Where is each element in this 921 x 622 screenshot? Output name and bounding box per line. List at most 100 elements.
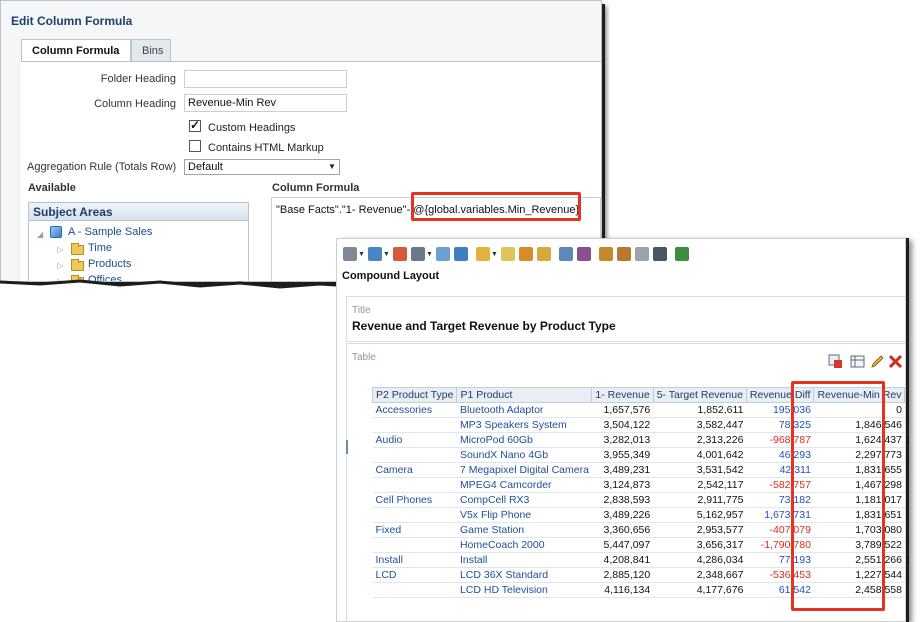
target-revenue-cell: 4,177,676 [653,582,747,598]
column-formula-heading: Column Formula [272,182,360,194]
product-type-cell[interactable]: Camera [372,462,457,478]
product-cell[interactable]: LCD 36X Standard [456,567,592,583]
chevron-down-icon[interactable]: ▼ [426,251,433,258]
revenue-cell: 3,489,226 [591,507,654,523]
refresh-icon[interactable] [411,247,425,261]
product-type-cell[interactable]: Install [372,552,457,568]
product-cell[interactable]: Install [456,552,592,568]
edit-icon[interactable] [501,247,515,261]
product-cell[interactable]: MicroPod 60Gb [456,432,592,448]
product-cell[interactable]: LCD HD Television [456,582,592,598]
product-cell[interactable]: HomeCoach 2000 [456,537,592,553]
ruler-icon[interactable] [653,247,667,261]
tree-item-time[interactable]: Time [88,242,112,254]
chevron-down-icon[interactable]: ▼ [383,251,390,258]
product-type-cell[interactable] [372,477,457,493]
filter-icon[interactable] [559,247,573,261]
html-markup-label: Contains HTML Markup [208,142,324,154]
settings-icon[interactable] [537,247,551,261]
column-heading-input[interactable]: Revenue-Min Rev [184,94,347,112]
properties-icon[interactable] [519,247,533,261]
aggregation-rule-select[interactable]: Default ▼ [184,159,340,175]
product-type-cell[interactable]: LCD [372,567,457,583]
product-type-cell[interactable] [372,537,457,553]
product-type-cell[interactable]: Fixed [372,522,457,538]
product-cell[interactable]: MP3 Speakers System [456,417,592,433]
available-heading: Available [28,182,76,194]
target-revenue-cell: 4,001,642 [653,447,747,463]
product-type-cell[interactable] [372,507,457,523]
tab-column-formula[interactable]: Column Formula [21,39,131,63]
title-view-label: Title [352,305,371,316]
product-cell[interactable]: Game Station [456,522,592,538]
custom-headings-label: Custom Headings [208,122,296,134]
chevron-down-icon[interactable]: ▼ [358,251,365,258]
folder-heading-input[interactable] [184,70,347,88]
revenue-cell: 3,360,656 [591,522,654,538]
product-type-cell[interactable]: Cell Phones [372,492,457,508]
chevron-down-icon[interactable]: ▼ [491,251,498,258]
col-header-product[interactable]: P1 Product [456,387,593,403]
product-type-cell[interactable] [372,582,457,598]
tree-item-products[interactable]: Products [88,258,131,270]
new-view-icon[interactable] [476,247,490,261]
chevron-down-icon: ▼ [328,162,336,171]
revenue-cell: 3,489,231 [591,462,654,478]
product-cell[interactable]: V5x Flip Phone [456,507,592,523]
custom-headings-checkbox[interactable] [189,118,201,132]
format-view-icon[interactable] [828,354,843,369]
graph-view-icon[interactable] [635,247,649,261]
pencil-icon[interactable] [870,354,885,369]
title-view: Title Revenue and Target Revenue by Prod… [346,296,905,342]
table-view-label: Table [352,352,376,363]
product-type-cell[interactable] [372,417,457,433]
subject-areas-heading: Subject Areas [29,203,248,221]
export-icon[interactable] [368,247,382,261]
formula-variable-highlight [411,192,581,221]
sort-icon[interactable] [675,247,689,261]
revenue-cell: 3,504,122 [591,417,654,433]
collapsed-triangle-icon[interactable]: ▷ [57,245,63,254]
target-revenue-cell: 2,542,117 [653,477,747,493]
target-revenue-cell: 3,582,447 [653,417,747,433]
revenue-min-rev-highlight [791,381,885,611]
print-icon[interactable] [343,247,357,261]
revenue-cell: 5,447,097 [591,537,654,553]
revenue-cell: 4,208,841 [591,552,654,568]
tree-item-sample-sales[interactable]: A - Sample Sales [68,226,152,238]
product-type-cell[interactable]: Accessories [372,402,457,418]
tab-bins[interactable]: Bins [131,39,171,62]
product-type-cell[interactable]: Audio [372,432,457,448]
col-header-product-type[interactable]: P2 Product Type [371,387,458,403]
target-revenue-cell: 2,911,775 [653,492,747,508]
col-header-target-revenue[interactable]: 5- Target Revenue [652,387,747,403]
product-cell[interactable]: SoundX Nano 4Gb [456,447,592,463]
col-header-revenue[interactable]: 1- Revenue [591,387,654,403]
html-markup-checkbox[interactable] [189,140,201,152]
column-heading-label: Column Heading [94,98,176,110]
collapsed-triangle-icon[interactable]: ▷ [57,261,63,270]
product-cell[interactable]: 7 Megapixel Digital Camera [456,462,592,478]
target-revenue-cell: 3,531,542 [653,462,747,478]
table-view-icon[interactable] [599,247,613,261]
product-cell[interactable]: Bluetooth Adaptor [456,402,592,418]
subject-area-cube-icon [50,226,62,238]
expand-triangle-icon[interactable]: ◢ [37,230,43,239]
layout-icon[interactable] [436,247,450,261]
group-icon[interactable] [454,247,468,261]
calendar-icon[interactable] [393,247,407,261]
prompt-icon[interactable] [577,247,591,261]
revenue-cell: 1,657,576 [591,402,654,418]
pivot-view-icon[interactable] [617,247,631,261]
folder-icon [71,243,84,255]
splitter-handle[interactable] [346,440,348,454]
compound-layout-title: Compound Layout [342,270,440,282]
folder-icon [71,259,84,271]
product-cell[interactable]: CompCell RX3 [456,492,592,508]
aggregation-rule-value: Default [188,161,223,173]
edit-view-icon[interactable] [850,354,865,369]
delete-icon[interactable] [888,354,903,369]
product-cell[interactable]: MPEG4 Camcorder [456,477,592,493]
product-type-cell[interactable] [372,447,457,463]
table-view-icons [812,354,903,370]
